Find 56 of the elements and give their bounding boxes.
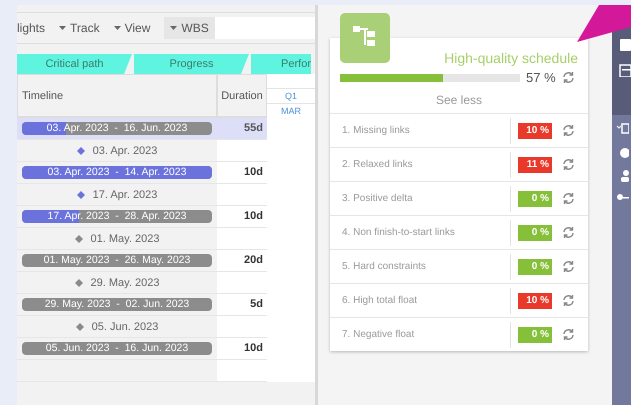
caret-icon [114,26,121,30]
timeline-bar[interactable]: 03. Apr. 2023 - 14. Apr. 2023 [22,166,212,179]
duration-cell: 20d [217,250,267,272]
see-less-link[interactable]: See less [436,93,482,107]
check-label: 7. Negative float [342,329,416,340]
refresh-icon[interactable] [562,71,575,84]
tab[interactable]: Perfor [251,54,311,74]
dropdown-button[interactable]: Track [59,21,100,35]
card-title: High-quality schedule [443,50,578,66]
duration-cell: 10d [217,162,267,184]
milestone-date: 01. May. 2023 [90,232,160,244]
refresh-icon[interactable] [562,226,575,239]
refresh-icon[interactable] [562,192,575,205]
duration-cell: 55d [217,118,267,140]
refresh-icon[interactable] [562,124,575,137]
check-label: 3. Positive delta [342,193,414,204]
caret-icon [170,26,178,30]
corner-shape [577,5,631,42]
check-label: 5. Hard constraints [342,261,427,272]
check-label: 6. High total float [342,295,418,306]
check-label: 4. Non finish-to-start links [342,227,456,238]
percent-label: 57 % [526,70,556,85]
percent-badge: 0 % [518,224,552,240]
check-label: 1. Missing links [342,125,411,136]
refresh-icon[interactable] [562,328,575,341]
refresh-icon[interactable] [562,158,575,171]
dropdown-button[interactable]: View [114,21,150,35]
timeline-bar[interactable]: 05. Jun. 2023 - 16. Jun. 2023 [22,342,212,355]
percent-badge: 10 % [518,122,552,138]
check-label: 2. Relaxed links [342,159,414,170]
duration-cell: 5d [217,294,267,316]
table-cell [217,360,267,382]
percent-badge: 11 % [518,156,552,172]
milestone-date: 29. May. 2023 [90,276,160,288]
milestone-date: 17. Apr. 2023 [92,188,158,200]
timeline-bar[interactable]: 01. May. 2023 - 26. May. 2023 [22,254,212,267]
caret-icon [59,26,66,30]
tab[interactable]: Critical path [17,54,132,74]
percent-badge: 0 % [518,258,552,274]
dropdown-button[interactable]: WBS [164,17,215,39]
document-icon[interactable] [618,38,631,51]
milestone-date: 03. Apr. 2023 [92,144,158,156]
duration-cell: 10d [217,338,267,360]
percent-badge: 0 % [518,190,552,206]
list-icon[interactable] [618,64,631,77]
refresh-icon[interactable] [562,294,575,307]
refresh-icon[interactable] [562,260,575,273]
timeline-bar[interactable]: 17. Apr. 2023 - 28. Apr. 2023 [22,210,212,223]
milestone-date: 05. Jun. 2023 [92,320,158,332]
duration-cell: 10d [217,206,267,228]
percent-badge: 0 % [518,326,552,342]
toolbar-button[interactable]: lights [17,21,46,35]
timeline-bar[interactable]: 29. May. 2023 - 02. Jun. 2023 [22,298,212,311]
percent-badge: 10 % [518,292,552,308]
tab[interactable]: Progress [134,54,249,74]
search-field[interactable] [214,17,315,39]
